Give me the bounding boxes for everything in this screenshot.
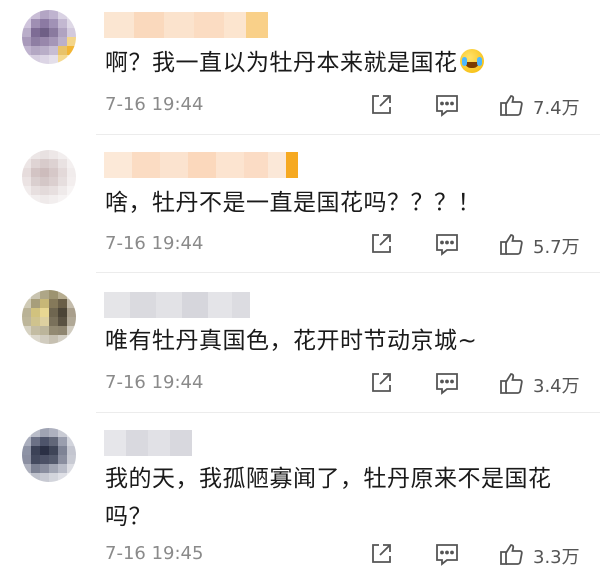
comment-body: 啊？我一直以为牡丹本来就是国花 [105, 50, 458, 76]
share-icon[interactable] [368, 231, 394, 257]
divider [96, 134, 600, 135]
username-blurred[interactable] [104, 12, 268, 38]
comment-text: 啊？我一直以为牡丹本来就是国花 [105, 44, 585, 82]
avatar[interactable] [22, 428, 76, 482]
thumbs-up-icon[interactable] [498, 92, 524, 118]
timestamp: 7-16 19:44 [105, 372, 204, 393]
username-blurred[interactable] [104, 292, 250, 318]
comment-body: 唯有牡丹真国色，花开时节动京城~ [105, 328, 478, 354]
comment-text: 唯有牡丹真国色，花开时节动京城~ [105, 322, 585, 360]
thumbs-up-icon[interactable] [498, 370, 524, 396]
comment-body: 啥，牡丹不是一直是国花吗？？？！ [105, 190, 481, 216]
comment-body-line-1: 我的天，我孤陋寡闻了，牡丹原来不是国花 [105, 466, 552, 492]
share-icon[interactable] [368, 541, 394, 567]
avatar[interactable] [22, 150, 76, 204]
timestamp: 7-16 19:44 [105, 233, 204, 254]
divider [96, 412, 600, 413]
timestamp: 7-16 19:45 [105, 543, 204, 564]
comment-icon[interactable] [434, 231, 460, 257]
comment-meta: 7-16 19:44 7.4万 [105, 92, 588, 120]
like-count: 3.4万 [533, 376, 580, 397]
divider [96, 272, 600, 273]
thumbs-up-icon[interactable] [498, 541, 524, 567]
avatar[interactable] [22, 290, 76, 344]
comment-body-line-2: 吗？ [105, 504, 152, 530]
comment-icon[interactable] [434, 92, 460, 118]
comment-text: 啥，牡丹不是一直是国花吗？？？！ [105, 184, 585, 222]
share-icon[interactable] [368, 370, 394, 396]
comment-feed: 啊？我一直以为牡丹本来就是国花 7-16 19:44 7.4万 啥，牡丹不是一直… [0, 0, 600, 586]
username-blurred[interactable] [104, 152, 298, 178]
share-icon[interactable] [368, 92, 394, 118]
comment-icon[interactable] [434, 541, 460, 567]
comment-meta: 7-16 19:44 5.7万 [105, 231, 588, 259]
comment-text: 我的天，我孤陋寡闻了，牡丹原来不是国花 吗？ [105, 460, 585, 536]
laugh-cry-emoji-icon [459, 49, 484, 73]
like-count: 5.7万 [533, 237, 580, 258]
like-count: 7.4万 [533, 98, 580, 119]
avatar[interactable] [22, 10, 76, 64]
username-blurred[interactable] [104, 430, 192, 456]
thumbs-up-icon[interactable] [498, 231, 524, 257]
timestamp: 7-16 19:44 [105, 94, 204, 115]
comment-meta: 7-16 19:44 3.4万 [105, 370, 588, 398]
comment-icon[interactable] [434, 370, 460, 396]
like-count: 3.3万 [533, 547, 580, 568]
comment-meta: 7-16 19:45 3.3万 [105, 541, 588, 569]
